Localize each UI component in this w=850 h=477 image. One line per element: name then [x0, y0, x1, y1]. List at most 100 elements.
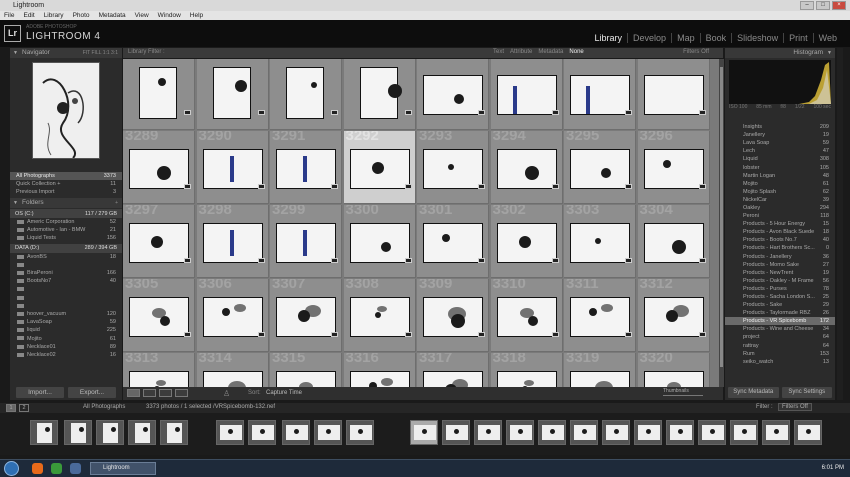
- grid-cell[interactable]: 3299: [270, 205, 342, 278]
- chrome-icon[interactable]: [51, 463, 62, 474]
- keyword-item[interactable]: Products - Avon Black Suede 18: [725, 228, 835, 236]
- navigator-header[interactable]: ▼ Navigator FIT FILL 1:1 3:1: [10, 48, 122, 58]
- grid-cell[interactable]: 3317: [417, 353, 489, 387]
- grid-cell[interactable]: 3296: [637, 131, 710, 204]
- grid-cell[interactable]: [196, 59, 269, 130]
- grid-cell[interactable]: 3314: [196, 353, 269, 387]
- metadata-badge-icon[interactable]: [404, 184, 412, 189]
- keyword-item[interactable]: Products - Hart Brothers Sc... 0: [725, 244, 835, 252]
- grid-cell[interactable]: 3311: [564, 279, 636, 352]
- folder-item[interactable]: [10, 294, 122, 302]
- grid-cell[interactable]: 3304: [637, 205, 710, 278]
- metadata-badge-icon[interactable]: [698, 110, 706, 115]
- explorer-icon[interactable]: [70, 463, 81, 474]
- module-print[interactable]: Print: [783, 33, 813, 43]
- grid-cell[interactable]: 3302: [490, 205, 563, 278]
- metadata-badge-icon[interactable]: [331, 332, 338, 337]
- metadata-badge-icon[interactable]: [551, 110, 559, 115]
- folder-item[interactable]: Automotive - Ian - BMW 21: [10, 226, 122, 234]
- close-button[interactable]: ×: [832, 1, 846, 10]
- metadata-badge-icon[interactable]: [625, 258, 632, 263]
- metadata-badge-icon[interactable]: [184, 110, 191, 115]
- menu-item-photo[interactable]: Photo: [73, 12, 90, 19]
- filmstrip-thumb[interactable]: [474, 420, 502, 445]
- folders-header[interactable]: ▼ Folders +: [10, 198, 122, 208]
- metadata-badge-icon[interactable]: [478, 110, 485, 115]
- filmstrip-thumb[interactable]: [442, 420, 470, 445]
- filmstrip-thumb[interactable]: [666, 420, 694, 445]
- keyword-item[interactable]: Products - Oakley - M Frame 56: [725, 277, 835, 285]
- grid-cell[interactable]: 3298: [196, 205, 269, 278]
- compare-view-icon[interactable]: [159, 389, 172, 397]
- metadata-badge-icon[interactable]: [404, 332, 412, 337]
- folder-item[interactable]: BootsNo7 40: [10, 277, 122, 285]
- keyword-item[interactable]: Oakley 294: [725, 204, 835, 212]
- grid-cell[interactable]: 3316: [343, 353, 416, 387]
- drive-os[interactable]: OS (C:) 117 / 279 GB: [10, 209, 122, 218]
- keyword-item[interactable]: Products - Wine and Cheese 34: [725, 325, 835, 333]
- filters-off-dropdown[interactable]: Filters Off: [683, 49, 709, 55]
- folder-item[interactable]: Necklace02 16: [10, 351, 122, 359]
- metadata-badge-icon[interactable]: [551, 258, 559, 263]
- keyword-item[interactable]: Products - Boots No.7 40: [725, 236, 835, 244]
- keyword-item[interactable]: NickelCar 39: [725, 196, 835, 204]
- filmstrip-thumb[interactable]: [506, 420, 534, 445]
- filmstrip-source[interactable]: All Photographs: [83, 404, 125, 410]
- grid-cell[interactable]: 3297: [123, 205, 195, 278]
- metadata-badge-icon[interactable]: [698, 258, 706, 263]
- grid-cell[interactable]: 3295: [564, 131, 636, 204]
- filmstrip-thumb[interactable]: [538, 420, 566, 445]
- grid-cell[interactable]: 3308: [343, 279, 416, 352]
- keyword-item[interactable]: Mojito Splash 62: [725, 188, 835, 196]
- menu-item-file[interactable]: File: [4, 12, 14, 19]
- navigator-preview[interactable]: [32, 62, 100, 159]
- keyword-item[interactable]: Rum 153: [725, 350, 835, 358]
- menu-item-help[interactable]: Help: [190, 12, 203, 19]
- keyword-item[interactable]: Products - Taylormade RBZ 26: [725, 309, 835, 317]
- menu-item-window[interactable]: Window: [158, 12, 181, 19]
- keyword-item[interactable]: Lava Soap 59: [725, 139, 835, 147]
- sync-settings-button[interactable]: Sync Settings: [781, 387, 832, 398]
- grid-cell[interactable]: [270, 59, 342, 130]
- metadata-badge-icon[interactable]: [184, 184, 191, 189]
- export-button[interactable]: Export...: [68, 387, 116, 398]
- histogram-header[interactable]: Histogram ▼: [725, 48, 835, 58]
- metadata-badge-icon[interactable]: [331, 258, 338, 263]
- metadata-badge-icon[interactable]: [478, 258, 485, 263]
- histogram-graph[interactable]: [729, 60, 831, 104]
- metadata-badge-icon[interactable]: [331, 184, 338, 189]
- folder-item[interactable]: Mojito 61: [10, 334, 122, 342]
- secondary-window-2-button[interactable]: 2: [19, 404, 29, 412]
- metadata-badge-icon[interactable]: [478, 332, 485, 337]
- grid-cell[interactable]: 3313: [123, 353, 195, 387]
- grid-cell[interactable]: 3315: [270, 353, 342, 387]
- folder-item[interactable]: [10, 302, 122, 310]
- keyword-item[interactable]: Products - NewTrent 19: [725, 269, 835, 277]
- metadata-badge-icon[interactable]: [404, 258, 412, 263]
- minimize-button[interactable]: –: [800, 1, 814, 10]
- module-book[interactable]: Book: [699, 33, 732, 43]
- keyword-item[interactable]: Liquid 308: [725, 155, 835, 163]
- taskbar-lightroom[interactable]: Lightroom: [90, 462, 156, 475]
- folder-item[interactable]: [10, 261, 122, 269]
- filmstrip-thumb[interactable]: [96, 420, 124, 445]
- grid-cell[interactable]: 3303: [564, 205, 636, 278]
- filmstrip-thumb[interactable]: [762, 420, 790, 445]
- grid-cell[interactable]: 3319: [564, 353, 636, 387]
- filmstrip-thumb[interactable]: [160, 420, 188, 445]
- filmstrip-thumb[interactable]: [602, 420, 630, 445]
- start-button[interactable]: [4, 461, 19, 476]
- add-folder-icon[interactable]: +: [115, 198, 118, 208]
- menu-item-edit[interactable]: Edit: [23, 12, 34, 19]
- metadata-badge-icon[interactable]: [625, 332, 632, 337]
- grid-cell[interactable]: [343, 59, 416, 130]
- grid-cell[interactable]: 3306: [196, 279, 269, 352]
- grid-cell[interactable]: 3310: [490, 279, 563, 352]
- catalog-item[interactable]: All Photographs 3373: [10, 172, 122, 180]
- filmstrip-thumb[interactable]: [634, 420, 662, 445]
- metadata-badge-icon[interactable]: [331, 110, 338, 115]
- painter-icon[interactable]: ♙: [223, 389, 230, 398]
- metadata-badge-icon[interactable]: [257, 110, 265, 115]
- thumbnail-size-slider[interactable]: [663, 395, 703, 396]
- keyword-item[interactable]: seiko_watch 13: [725, 358, 835, 366]
